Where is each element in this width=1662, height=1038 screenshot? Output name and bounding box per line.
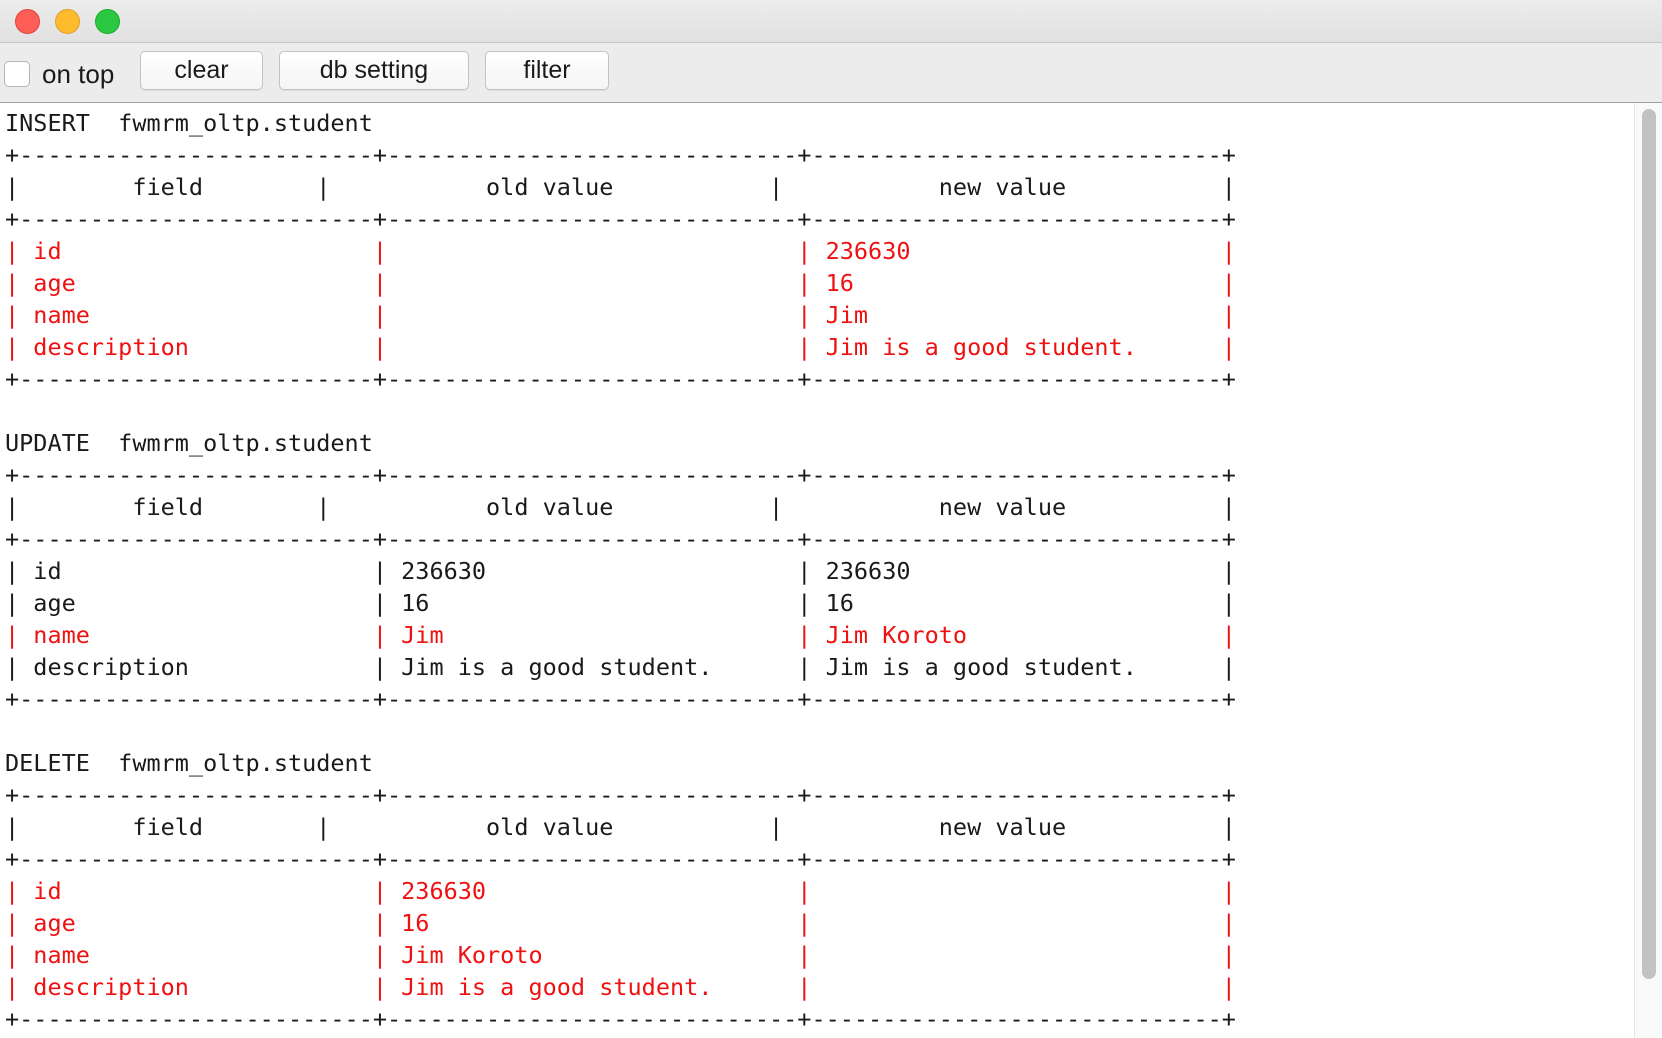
on-top-label: on top xyxy=(42,58,115,89)
log-line: | age | 16 | | xyxy=(5,909,1236,937)
log-line: | age | | 16 | xyxy=(5,269,1236,297)
title-bar xyxy=(0,0,1662,43)
log-line: +-------------------------+-------------… xyxy=(5,205,1236,233)
toolbar: on top clear db setting filter xyxy=(0,43,1662,102)
log-line: +-------------------------+-------------… xyxy=(5,781,1236,809)
log-line: | age | 16 | 16 | xyxy=(5,589,1236,617)
log-line: +-------------------------+-------------… xyxy=(5,365,1236,393)
vertical-scrollbar[interactable] xyxy=(1634,103,1662,1038)
log-line: | id | 236630 | | xyxy=(5,877,1236,905)
log-line: INSERT fwmrm_oltp.student xyxy=(5,109,373,137)
on-top-toggle[interactable]: on top xyxy=(4,59,114,89)
log-line: | field | old value | new value | xyxy=(5,493,1236,521)
log-line: +-------------------------+-------------… xyxy=(5,845,1236,873)
log-line: | description | Jim is a good student. |… xyxy=(5,653,1236,681)
log-line: DELETE fwmrm_oltp.student xyxy=(5,749,373,777)
log-text: INSERT fwmrm_oltp.student +--------------… xyxy=(5,107,1236,1035)
log-line: | field | old value | new value | xyxy=(5,173,1236,201)
log-line: | description | Jim is a good student. |… xyxy=(5,973,1236,1001)
log-output-area[interactable]: INSERT fwmrm_oltp.student +--------------… xyxy=(0,102,1662,1038)
log-line: +-------------------------+-------------… xyxy=(5,1005,1236,1033)
on-top-checkbox[interactable] xyxy=(4,61,30,87)
log-line: | name | Jim | Jim Koroto | xyxy=(5,621,1236,649)
scrollbar-thumb[interactable] xyxy=(1642,109,1656,979)
log-line: UPDATE fwmrm_oltp.student xyxy=(5,429,373,457)
log-line: | name | Jim Koroto | | xyxy=(5,941,1236,969)
log-line: | id | 236630 | 236630 | xyxy=(5,557,1236,585)
log-line: +-------------------------+-------------… xyxy=(5,685,1236,713)
clear-button[interactable]: clear xyxy=(140,51,263,90)
log-line: | description | | Jim is a good student.… xyxy=(5,333,1236,361)
close-window-button[interactable] xyxy=(15,9,40,34)
app-window: on top clear db setting filter INSERT fw… xyxy=(0,0,1662,1038)
db-setting-button[interactable]: db setting xyxy=(279,51,469,90)
log-line: +-------------------------+-------------… xyxy=(5,525,1236,553)
zoom-window-button[interactable] xyxy=(95,9,120,34)
log-line: +-------------------------+-------------… xyxy=(5,141,1236,169)
log-line: | id | | 236630 | xyxy=(5,237,1236,265)
minimize-window-button[interactable] xyxy=(55,9,80,34)
filter-button[interactable]: filter xyxy=(485,51,609,90)
log-line: | field | old value | new value | xyxy=(5,813,1236,841)
log-line: | name | | Jim | xyxy=(5,301,1236,329)
log-line: +-------------------------+-------------… xyxy=(5,461,1236,489)
